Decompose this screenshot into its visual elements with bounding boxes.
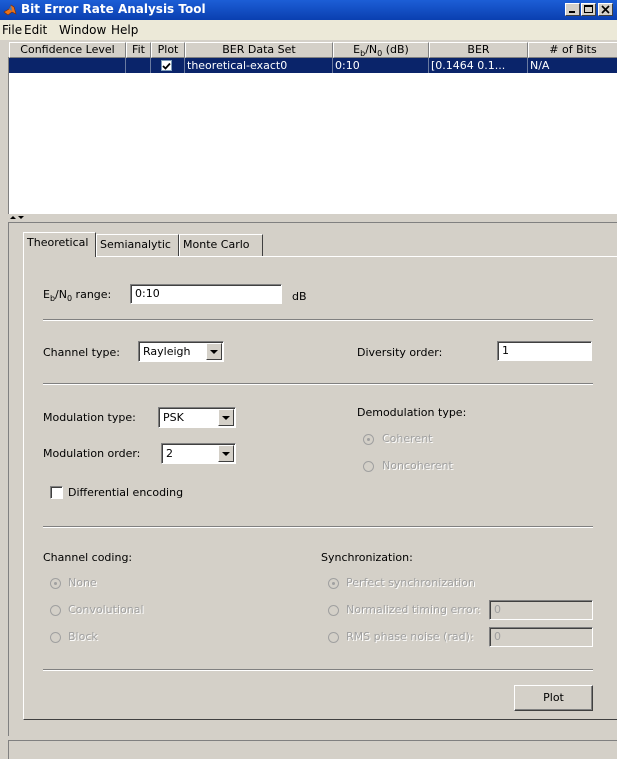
menu-bar: File Edit Window Help (0, 20, 617, 40)
channel-type-arrow[interactable] (206, 343, 222, 360)
radio-none-label: None (68, 576, 97, 589)
channel-type-dropdown[interactable]: Rayleigh (138, 341, 224, 362)
ebno-range-input[interactable]: 0:10 (130, 284, 282, 304)
pane-splitter[interactable] (0, 214, 617, 222)
plot-button[interactable]: Plot (514, 685, 593, 711)
cell-confidence[interactable] (9, 58, 126, 73)
radio-phase-noise[interactable] (328, 632, 339, 643)
close-icon (601, 5, 610, 14)
checkmark-icon (162, 62, 171, 70)
radio-noncoherent[interactable] (363, 461, 374, 472)
maximize-icon (584, 5, 593, 13)
radio-convolutional-label: Convolutional (68, 603, 144, 616)
cell-ebno[interactable]: 0:10 (333, 58, 429, 73)
synchronization-label: Synchronization: (321, 551, 413, 564)
diversity-order-label: Diversity order: (357, 346, 443, 359)
cell-fit[interactable] (126, 58, 151, 73)
modulation-order-arrow[interactable] (218, 445, 234, 462)
cell-dataset[interactable]: theoretical-exact0 (185, 58, 333, 73)
radio-noncoherent-label: Noncoherent (382, 459, 453, 472)
modulation-order-value: 2 (166, 447, 173, 460)
modulation-type-dropdown[interactable]: PSK (158, 407, 236, 428)
radio-none[interactable] (50, 578, 61, 589)
ber-data-table[interactable]: Confidence Level Fit Plot BER Data Set E… (8, 42, 617, 214)
timing-error-input[interactable]: 0 (489, 600, 593, 620)
differential-encoding-label: Differential encoding (68, 486, 184, 499)
differential-encoding-checkbox[interactable] (50, 486, 63, 499)
ebno-unit-label: dB (292, 290, 307, 303)
col-header-bits[interactable]: # of Bits (528, 42, 617, 58)
col-header-ber[interactable]: BER (429, 42, 528, 58)
col-header-fit[interactable]: Fit (126, 42, 151, 58)
radio-phase-noise-label: RMS phase noise (rad): (346, 630, 474, 643)
col-header-plot[interactable]: Plot (151, 42, 185, 58)
tab-theoretical[interactable]: Theoretical (23, 232, 96, 257)
menu-file[interactable]: File (2, 23, 22, 37)
channel-coding-label: Channel coding: (43, 551, 133, 564)
chevron-down-icon (222, 416, 230, 420)
ber-tool-window: Bit Error Rate Analysis Tool File Edit W… (0, 0, 617, 759)
separator (43, 669, 593, 671)
radio-timing-error[interactable] (328, 605, 339, 616)
table-row[interactable]: theoretical-exact0 0:10 [0.1464 0.1... N… (9, 58, 617, 73)
demodulation-type-label: Demodulation type: (357, 406, 467, 419)
status-bar (8, 740, 617, 759)
menu-help[interactable]: Help (111, 23, 138, 37)
radio-timing-error-label: Normalized timing error: (346, 603, 481, 616)
title-bar[interactable]: Bit Error Rate Analysis Tool (0, 0, 617, 20)
channel-type-value: Rayleigh (143, 345, 191, 358)
plot-checkbox[interactable] (161, 60, 172, 71)
radio-coherent-label: Coherent (382, 432, 433, 445)
modulation-type-arrow[interactable] (218, 409, 234, 426)
radio-coherent[interactable] (363, 434, 374, 445)
phase-noise-input[interactable]: 0 (489, 627, 593, 647)
matlab-icon (3, 4, 17, 16)
window-title: Bit Error Rate Analysis Tool (21, 2, 206, 16)
col-header-confidence[interactable]: Confidence Level (9, 42, 126, 58)
separator (43, 526, 593, 528)
maximize-button[interactable] (581, 3, 596, 16)
tab-monte-carlo[interactable]: Monte Carlo (179, 234, 263, 256)
radio-perfect-sync-label: Perfect synchronization (346, 576, 475, 589)
modulation-order-label: Modulation order: (43, 447, 141, 460)
modulation-type-value: PSK (163, 411, 184, 424)
col-header-dataset[interactable]: BER Data Set (185, 42, 333, 58)
chevron-down-icon (222, 452, 230, 456)
menu-edit[interactable]: Edit (24, 23, 47, 37)
separator (43, 383, 593, 385)
modulation-order-dropdown[interactable]: 2 (161, 443, 236, 464)
tab-semianalytic[interactable]: Semianalytic (96, 234, 179, 256)
separator (43, 319, 593, 321)
radio-block[interactable] (50, 632, 61, 643)
channel-type-label: Channel type: (43, 346, 120, 359)
ebno-range-label: Eb/N0 range: (43, 288, 112, 303)
close-button[interactable] (598, 3, 613, 16)
diversity-order-input[interactable]: 1 (497, 341, 592, 361)
radio-perfect-sync[interactable] (328, 578, 339, 589)
col-header-ebno[interactable]: Eb/N0 (dB) (333, 42, 429, 58)
minimize-button[interactable] (565, 3, 580, 16)
cell-bits[interactable]: N/A (528, 58, 617, 73)
modulation-type-label: Modulation type: (43, 411, 136, 424)
splitter-arrows-icon (10, 216, 24, 219)
cell-ber[interactable]: [0.1464 0.1... (429, 58, 528, 73)
radio-convolutional[interactable] (50, 605, 61, 616)
minimize-icon (569, 11, 575, 13)
menu-window[interactable]: Window (59, 23, 106, 37)
radio-block-label: Block (68, 630, 98, 643)
chevron-down-icon (210, 350, 218, 354)
